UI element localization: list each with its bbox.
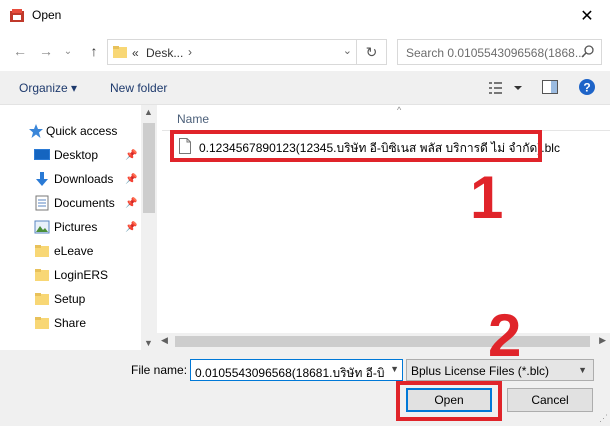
sort-arrow-icon: ^ (397, 105, 402, 115)
horizontal-scrollbar[interactable]: ◀ ▶ (157, 333, 610, 350)
up-button[interactable]: ↑ (84, 41, 104, 61)
sidebar-item-label: LoginERS (54, 268, 109, 282)
cancel-button[interactable]: Cancel (507, 388, 593, 412)
pin-icon: 📌 (125, 221, 138, 233)
highlight-box-file (170, 130, 542, 162)
breadcrumb-separator[interactable]: › (188, 45, 192, 59)
annotation-number-2: 2 (488, 302, 522, 369)
close-button[interactable]: ✕ (564, 0, 610, 31)
sidebar-scrollbar[interactable]: ▲ ▼ (141, 105, 157, 350)
window-title: Open (32, 8, 62, 22)
organize-button[interactable]: Organize ▾ (19, 81, 77, 95)
scroll-right-icon[interactable]: ▶ (599, 335, 606, 346)
sidebar-item-label: Pictures (54, 220, 98, 234)
address-prefix: « (132, 46, 139, 60)
scroll-down-icon[interactable]: ▼ (144, 338, 153, 348)
search-icon (581, 45, 594, 58)
recent-locations-button[interactable]: ⌄ (58, 41, 78, 61)
column-header-name[interactable]: Name (177, 112, 209, 126)
pictures-icon (34, 220, 50, 234)
breadcrumb-desktop[interactable]: Desk... (146, 46, 183, 60)
sidebar-item-share[interactable]: Share (0, 312, 140, 334)
file-name-field[interactable]: 0.0105543096568(18681.บริษัท อี-บิซิ ▼ (190, 359, 403, 381)
command-bar: Organize ▾ New folder ? (0, 71, 610, 105)
sidebar-item-downloads[interactable]: Downloads 📌 (0, 168, 140, 190)
help-icon[interactable]: ? (579, 79, 595, 95)
sidebar-item-desktop[interactable]: Desktop 📌 (0, 144, 140, 166)
pin-icon: 📌 (125, 173, 138, 185)
highlight-box-open (396, 381, 502, 421)
scrollbar-thumb[interactable] (175, 336, 590, 347)
navigation-bar: ← → ⌄ ↑ « Desk... › ⌄ ↻ Search 0.0105543… (0, 31, 610, 71)
refresh-button[interactable]: ↻ (356, 40, 386, 64)
preview-pane-icon[interactable] (542, 80, 558, 94)
star-icon (29, 124, 43, 138)
folder-icon (113, 46, 127, 58)
search-placeholder: Search 0.0105543096568(1868... (406, 46, 585, 60)
sidebar-item-label: Downloads (54, 172, 114, 186)
sidebar-item-label: Setup (54, 292, 86, 306)
folder-icon (35, 317, 49, 329)
folder-icon (35, 245, 49, 257)
document-icon (35, 195, 49, 211)
back-button[interactable]: ← (10, 41, 30, 61)
folder-icon (35, 269, 49, 281)
forward-button[interactable]: → (36, 41, 56, 61)
download-icon (36, 172, 48, 186)
file-name-value: 0.0105543096568(18681.บริษัท อี-บิซิ (195, 366, 385, 380)
chevron-down-icon[interactable]: ⌄ (343, 44, 352, 57)
title-bar: Open ✕ (0, 0, 610, 31)
sidebar-item-pictures[interactable]: Pictures 📌 (0, 216, 140, 238)
navigation-pane: Quick access Desktop 📌 Downloads 📌 Docum… (0, 105, 157, 350)
chevron-down-icon[interactable]: ▼ (390, 364, 399, 374)
svg-text:?: ? (583, 81, 590, 95)
pin-icon: 📌 (125, 197, 138, 209)
new-folder-button[interactable]: New folder (110, 81, 167, 95)
scroll-up-icon[interactable]: ▲ (144, 107, 153, 117)
sidebar-item-loginers[interactable]: LoginERS (0, 264, 140, 286)
file-type-value: Bplus License Files (*.blc) (411, 364, 550, 378)
sidebar-item-label: Documents (54, 196, 115, 210)
file-name-label: File name: (131, 363, 188, 377)
sidebar-item-setup[interactable]: Setup (0, 288, 140, 310)
sidebar-item-label: Share (54, 316, 87, 330)
sidebar-item-label: Quick access (46, 124, 118, 138)
resize-grip-icon[interactable]: ⋰ (599, 413, 608, 424)
view-options-icon[interactable] (487, 79, 527, 97)
sidebar-item-label: eLeave (54, 244, 94, 258)
sidebar-item-eleave[interactable]: eLeave (0, 240, 140, 262)
annotation-number-1: 1 (470, 164, 504, 231)
scrollbar-thumb[interactable] (143, 123, 155, 213)
sidebar-item-label: Desktop (54, 148, 99, 162)
search-input[interactable]: Search 0.0105543096568(1868... (397, 39, 602, 65)
folder-icon (35, 293, 49, 305)
app-icon (10, 9, 24, 22)
desktop-icon (34, 149, 50, 160)
pin-icon: 📌 (125, 149, 138, 161)
address-bar[interactable]: « Desk... › ⌄ ↻ (107, 39, 387, 65)
chevron-down-icon: ▼ (578, 365, 587, 375)
sidebar-item-quick-access[interactable]: Quick access (0, 120, 140, 142)
sidebar-item-documents[interactable]: Documents 📌 (0, 192, 140, 214)
scroll-left-icon[interactable]: ◀ (161, 335, 168, 346)
